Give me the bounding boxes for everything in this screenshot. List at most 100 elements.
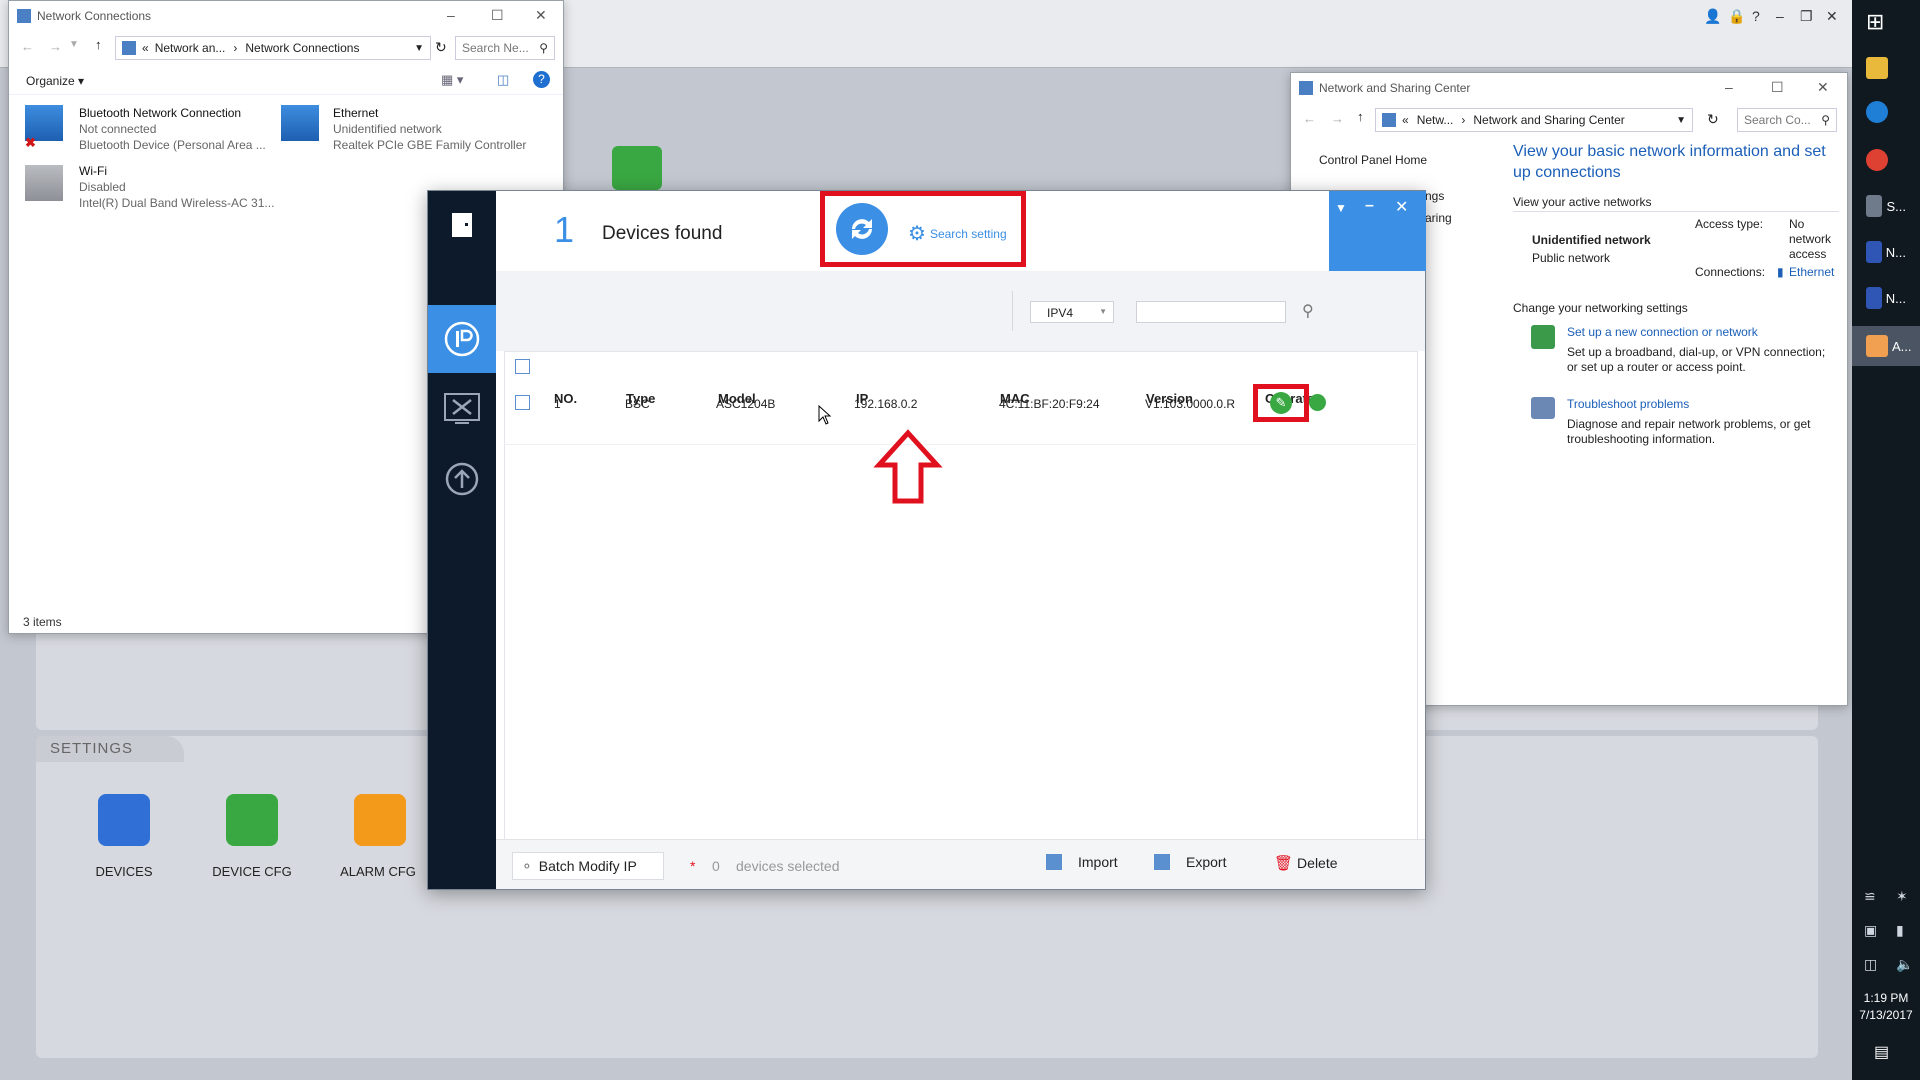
devices-label[interactable]: DEVICES bbox=[64, 864, 184, 879]
system-settings-tab[interactable] bbox=[428, 375, 496, 443]
batch-modify-label: Batch Modify IP bbox=[538, 858, 637, 874]
filter-input[interactable] bbox=[1136, 301, 1286, 323]
search-input[interactable]: Search Co... ⚲ bbox=[1737, 108, 1837, 132]
selected-count: 0 bbox=[712, 858, 720, 874]
alarm-cfg-label[interactable]: ALARM CFG bbox=[318, 864, 438, 879]
tools-icon bbox=[444, 393, 480, 424]
exit-door-icon[interactable] bbox=[428, 191, 496, 259]
chevron-down-icon[interactable]: ▼ bbox=[414, 43, 424, 54]
device-group-icon[interactable] bbox=[612, 146, 662, 190]
minimize-icon[interactable]: – bbox=[1776, 8, 1784, 24]
export-button[interactable]: Export bbox=[1154, 854, 1226, 870]
minimize-icon[interactable]: – bbox=[1725, 79, 1733, 95]
bluetooth-tray-icon[interactable]: ✶ bbox=[1896, 888, 1908, 905]
list-item[interactable]: Ethernet Unidentified network Realtek PC… bbox=[333, 105, 526, 153]
breadcrumb-item[interactable]: Netw... bbox=[1417, 113, 1454, 127]
system-clock[interactable]: 1:19 PM 7/13/2017 bbox=[1852, 990, 1920, 1024]
ip-version-select[interactable]: IPV4 ▼ bbox=[1030, 301, 1114, 323]
device-search-dialog: 1 Devices found ⚙ Search setting ▼ – ✕ I… bbox=[427, 190, 1426, 890]
ip-modify-tab[interactable] bbox=[428, 305, 496, 373]
address-bar[interactable]: « Netw... › Network and Sharing Center ▼ bbox=[1375, 108, 1693, 132]
import-icon bbox=[1046, 854, 1062, 870]
ethernet-link[interactable]: Ethernet bbox=[1789, 265, 1834, 279]
start-windows-icon[interactable]: ⊞ bbox=[1866, 6, 1906, 38]
back-icon[interactable]: ← bbox=[21, 39, 34, 54]
breadcrumb-item[interactable]: Network Connections bbox=[245, 41, 359, 55]
preview-pane-icon[interactable]: ◫ bbox=[497, 72, 509, 88]
minimize-icon[interactable]: – bbox=[447, 7, 455, 23]
up-icon[interactable]: ↑ bbox=[95, 37, 102, 52]
user-icon[interactable]: 👤 bbox=[1704, 8, 1721, 25]
address-bar[interactable]: « Network an... › Network Connections ▼ bbox=[115, 36, 431, 60]
organize-button[interactable]: Organize ▾ bbox=[26, 74, 84, 88]
taskbar-app[interactable]: N... bbox=[1866, 282, 1906, 314]
maximize-icon[interactable]: ☐ bbox=[491, 7, 504, 24]
devices-icon[interactable] bbox=[98, 794, 150, 846]
lock-icon[interactable]: 🔒 bbox=[1728, 8, 1745, 25]
delete-button[interactable]: 🗑 Delete bbox=[1274, 854, 1338, 872]
cell-type: BSC bbox=[625, 397, 650, 411]
search-icon: ⚲ bbox=[1821, 113, 1830, 127]
network-folder-icon bbox=[17, 9, 31, 23]
refresh-icon[interactable]: ↻ bbox=[1707, 111, 1719, 128]
ethernet-tray-icon[interactable]: ◫ bbox=[1864, 956, 1877, 973]
close-icon[interactable]: ✕ bbox=[535, 7, 547, 24]
search-icon[interactable]: ⚲ bbox=[1302, 301, 1314, 321]
access-type-label: Access type: bbox=[1695, 217, 1764, 231]
chevron-down-icon[interactable]: ▼ bbox=[1676, 115, 1686, 126]
restore-icon[interactable]: ❐ bbox=[1800, 8, 1813, 25]
breadcrumb-prefix: « bbox=[1402, 113, 1409, 127]
edge-browser-icon[interactable] bbox=[1866, 96, 1906, 128]
sidebar-link[interactable]: aring bbox=[1425, 211, 1452, 225]
batch-modify-ip-button[interactable]: ⚬ Batch Modify IP bbox=[512, 852, 664, 880]
notifications-icon[interactable]: ▤ bbox=[1874, 1042, 1889, 1062]
control-panel-home-link[interactable]: Control Panel Home bbox=[1319, 153, 1427, 167]
device-cfg-label[interactable]: DEVICE CFG bbox=[192, 864, 312, 879]
breadcrumb-item[interactable]: Network an... bbox=[155, 41, 226, 55]
help-icon[interactable]: ? bbox=[1752, 8, 1760, 24]
setup-connection-link[interactable]: Set up a new connection or network bbox=[1567, 325, 1758, 339]
list-item[interactable]: Bluetooth Network Connection Not connect… bbox=[79, 105, 266, 153]
select-all-checkbox[interactable] bbox=[515, 359, 530, 374]
forward-icon[interactable]: → bbox=[1331, 111, 1344, 126]
list-item[interactable]: Wi-Fi Disabled Intel(R) Dual Band Wirele… bbox=[79, 163, 274, 211]
chrome-browser-icon[interactable] bbox=[1866, 144, 1906, 176]
ethernet-adapter-icon[interactable] bbox=[281, 105, 319, 141]
alarm-cfg-icon[interactable] bbox=[354, 794, 406, 846]
device-cfg-icon[interactable] bbox=[226, 794, 278, 846]
close-icon[interactable]: ✕ bbox=[1817, 79, 1829, 96]
display-tray-icon[interactable]: ▣ bbox=[1864, 922, 1877, 939]
volume-muted-icon[interactable]: 🔈 bbox=[1896, 956, 1913, 973]
troubleshoot-link[interactable]: Troubleshoot problems bbox=[1567, 397, 1689, 411]
refresh-icon[interactable]: ↻ bbox=[435, 39, 447, 56]
close-icon[interactable]: ✕ bbox=[1826, 8, 1838, 25]
back-icon[interactable]: ← bbox=[1303, 111, 1316, 126]
network-tray-icon[interactable]: ≌ bbox=[1864, 888, 1876, 905]
close-icon[interactable]: ✕ bbox=[1395, 197, 1408, 217]
forward-icon[interactable]: → bbox=[49, 39, 62, 54]
network-type[interactable]: Public network bbox=[1532, 251, 1610, 265]
taskbar-app[interactable]: N... bbox=[1866, 236, 1906, 268]
view-options-icon[interactable]: ▦ ▾ bbox=[441, 72, 463, 88]
up-icon[interactable]: ↑ bbox=[1357, 109, 1364, 124]
file-explorer-icon[interactable] bbox=[1866, 52, 1906, 84]
menu-dropdown-icon[interactable]: ▼ bbox=[1335, 201, 1347, 215]
help-icon[interactable]: ? bbox=[533, 71, 550, 88]
selected-label: devices selected bbox=[736, 858, 840, 874]
web-login-button[interactable] bbox=[1309, 394, 1326, 411]
breadcrumb-item[interactable]: Network and Sharing Center bbox=[1473, 113, 1624, 127]
search-placeholder: Search Ne... bbox=[462, 41, 529, 55]
sidebar-link[interactable]: ngs bbox=[1425, 189, 1444, 203]
maximize-icon[interactable]: ☐ bbox=[1771, 79, 1784, 96]
upgrade-tab[interactable] bbox=[428, 445, 496, 513]
recent-dropdown-icon[interactable]: ▼ bbox=[69, 39, 79, 50]
row-checkbox[interactable] bbox=[515, 395, 530, 410]
import-button[interactable]: Import bbox=[1046, 854, 1118, 870]
search-input[interactable]: Search Ne... ⚲ bbox=[455, 36, 555, 60]
taskbar-app[interactable]: S... bbox=[1866, 190, 1906, 222]
access-type-value: No network access bbox=[1789, 217, 1832, 261]
wifi-adapter-icon[interactable] bbox=[25, 165, 63, 201]
taskbar-app-active[interactable]: A... bbox=[1852, 326, 1920, 366]
minimize-icon[interactable]: – bbox=[1365, 197, 1374, 215]
battery-tray-icon[interactable]: ▮ bbox=[1896, 922, 1904, 939]
